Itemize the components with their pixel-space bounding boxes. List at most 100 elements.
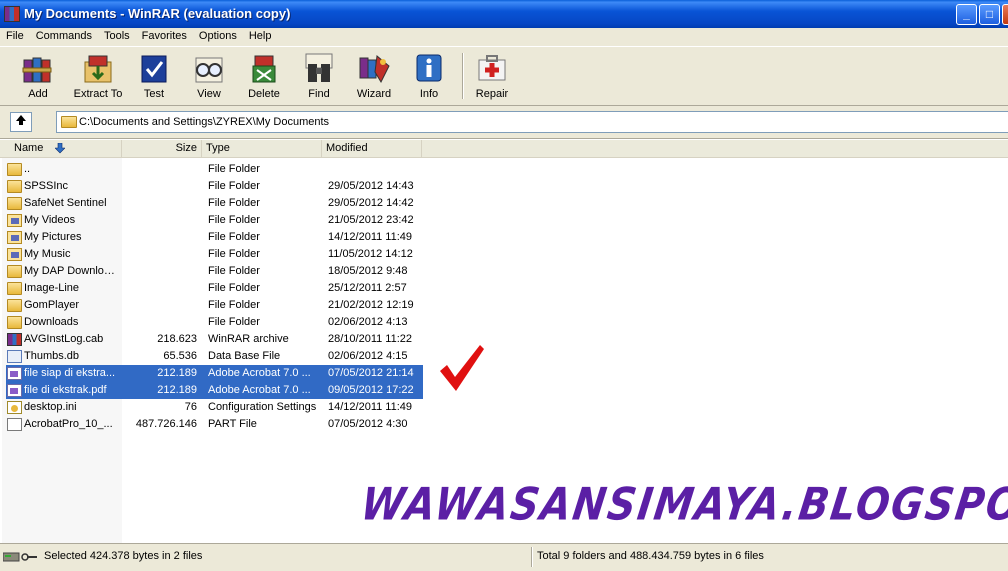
file-name: desktop.ini: [24, 401, 77, 413]
wizard-icon: [357, 52, 391, 86]
file-size: 212.189: [157, 367, 197, 379]
file-name: My Music: [24, 248, 71, 260]
file-modified: 14/12/2011 11:49: [328, 231, 413, 243]
menu-favorites[interactable]: Favorites: [136, 28, 193, 45]
maximize-button[interactable]: □: [979, 4, 1000, 25]
find-binoculars-icon: [302, 52, 336, 86]
file-row[interactable]: GomPlayer File Folder 21/02/2012 12:19: [0, 297, 1008, 314]
file-name: My DAP Downloads: [24, 265, 120, 277]
file-size: [122, 314, 197, 331]
file-row[interactable]: My Music File Folder 11/05/2012 14:12: [0, 246, 1008, 263]
status-bar: Selected 424.378 bytes in 2 files Total …: [0, 543, 1008, 571]
folder-icon: [7, 163, 22, 176]
view-glasses-icon: [192, 52, 226, 86]
file-name: Thumbs.db: [24, 350, 80, 362]
folder-icon: [7, 299, 22, 312]
file-size: [122, 297, 197, 314]
add-books-icon: [21, 52, 55, 86]
file-type: PART File: [208, 418, 257, 430]
file-type: File Folder: [208, 231, 260, 243]
file-size: [122, 161, 197, 178]
add-label: Add: [28, 88, 48, 100]
file-name: SPSSInc: [24, 180, 69, 192]
column-name-label: Name: [14, 142, 44, 154]
file-row[interactable]: file siap di ekstra... 212.189 Adobe Acrob…: [0, 365, 1008, 382]
repair-button[interactable]: Repair: [464, 49, 520, 103]
column-header-type[interactable]: Type: [202, 140, 322, 157]
wizard-button[interactable]: Wizard: [346, 49, 402, 103]
find-label: Find: [308, 88, 330, 100]
extract-to-button[interactable]: Extract To: [68, 49, 128, 103]
file-modified: 07/05/2012 21:14: [328, 367, 414, 379]
file-row[interactable]: AVGInstLog.cab 218.623 WinRAR archive 28/10…: [0, 331, 1008, 348]
close-button[interactable]: [1002, 4, 1008, 25]
file-row[interactable]: My Videos File Folder 21/05/2012 23:42: [0, 212, 1008, 229]
test-label: Test: [143, 88, 165, 100]
file-row[interactable]: Downloads File Folder 02/06/2012 4:13: [0, 314, 1008, 331]
winrar-app-icon: [4, 6, 20, 22]
info-button[interactable]: Info: [401, 49, 457, 103]
file-row[interactable]: .. File Folder: [0, 161, 1008, 178]
file-row[interactable]: SPSSInc File Folder 29/05/2012 14:43: [0, 178, 1008, 195]
status-selected: Selected 424.378 bytes in 2 files: [44, 550, 203, 562]
folder-icon: [7, 282, 22, 295]
test-check-icon: [137, 52, 171, 86]
add-button[interactable]: Add: [10, 49, 66, 103]
column-header-name[interactable]: Name: [0, 140, 122, 157]
delete-button[interactable]: Delete: [236, 49, 292, 103]
file-type: Data Base File: [208, 350, 281, 362]
minimize-button[interactable]: _: [956, 4, 977, 25]
column-header-modified[interactable]: Modified: [322, 140, 422, 157]
column-header-size[interactable]: Size: [122, 140, 202, 157]
toolbar: Add Extract To Test View Delete Find Wiz…: [0, 46, 1008, 106]
file-name: SafeNet Sentinel: [24, 197, 107, 209]
file-type: Adobe Acrobat 7.0 ...: [208, 384, 311, 396]
file-size: [122, 212, 197, 229]
status-divider: [531, 547, 533, 567]
view-button[interactable]: View: [181, 49, 237, 103]
address-bar: C:\Documents and Settings\ZYREX\My Docum…: [0, 106, 1008, 138]
file-type: Configuration Settings: [208, 401, 317, 413]
file-row[interactable]: AcrobatPro_10_... 487.726.146 PART File 07/…: [0, 416, 1008, 433]
file-modified: 18/05/2012 9:48: [328, 265, 408, 277]
file-type: File Folder: [208, 163, 260, 175]
file-row[interactable]: My Pictures File Folder 14/12/2011 11:49: [0, 229, 1008, 246]
file-row[interactable]: My DAP Downloads File Folder 18/05/2012 9:…: [0, 263, 1008, 280]
file-modified: 21/05/2012 23:42: [328, 214, 414, 226]
menu-file[interactable]: File: [0, 28, 30, 45]
menu-bar: File Commands Tools Favorites Options Help: [0, 28, 1008, 46]
delete-icon: [247, 52, 281, 86]
file-size: 218.623: [157, 333, 197, 345]
file-name: Downloads: [24, 316, 79, 328]
up-folder-button[interactable]: [10, 112, 32, 132]
file-modified: 29/05/2012 14:43: [328, 180, 414, 192]
database-file-icon: [7, 350, 22, 363]
test-button[interactable]: Test: [126, 49, 182, 103]
file-row[interactable]: desktop.ini 76 Configuration Settings 14/12…: [0, 399, 1008, 416]
status-total: Total 9 folders and 488.434.759 bytes in…: [537, 550, 764, 562]
file-type: File Folder: [208, 265, 260, 277]
file-size: [122, 195, 197, 212]
find-button[interactable]: Find: [291, 49, 347, 103]
file-type: WinRAR archive: [208, 333, 289, 345]
extract-to-label: Extract To: [73, 88, 123, 100]
file-size: [122, 280, 197, 297]
file-type: File Folder: [208, 214, 260, 226]
file-type: File Folder: [208, 316, 260, 328]
file-modified: 11/05/2012 14:12: [328, 248, 413, 260]
menu-tools[interactable]: Tools: [98, 28, 136, 45]
file-type: File Folder: [208, 299, 260, 311]
view-label: View: [197, 88, 221, 100]
path-field[interactable]: C:\Documents and Settings\ZYREX\My Docum…: [56, 111, 1008, 133]
file-row[interactable]: SafeNet Sentinel File Folder 29/05/2012 14…: [0, 195, 1008, 212]
menu-help[interactable]: Help: [243, 28, 278, 45]
file-row[interactable]: Image-Line File Folder 25/12/2011 2:57: [0, 280, 1008, 297]
menu-options[interactable]: Options: [193, 28, 243, 45]
menu-commands[interactable]: Commands: [30, 28, 98, 45]
file-row[interactable]: file di ekstrak.pdf 212.189 Adobe Acrobat …: [0, 382, 1008, 399]
file-row[interactable]: Thumbs.db 65.536 Data Base File 02/06/2012 …: [0, 348, 1008, 365]
file-name: My Videos: [24, 214, 76, 226]
title-bar: My Documents - WinRAR (evaluation copy) …: [0, 0, 1008, 28]
path-text: C:\Documents and Settings\ZYREX\My Docum…: [79, 116, 330, 128]
file-size: [122, 178, 197, 195]
